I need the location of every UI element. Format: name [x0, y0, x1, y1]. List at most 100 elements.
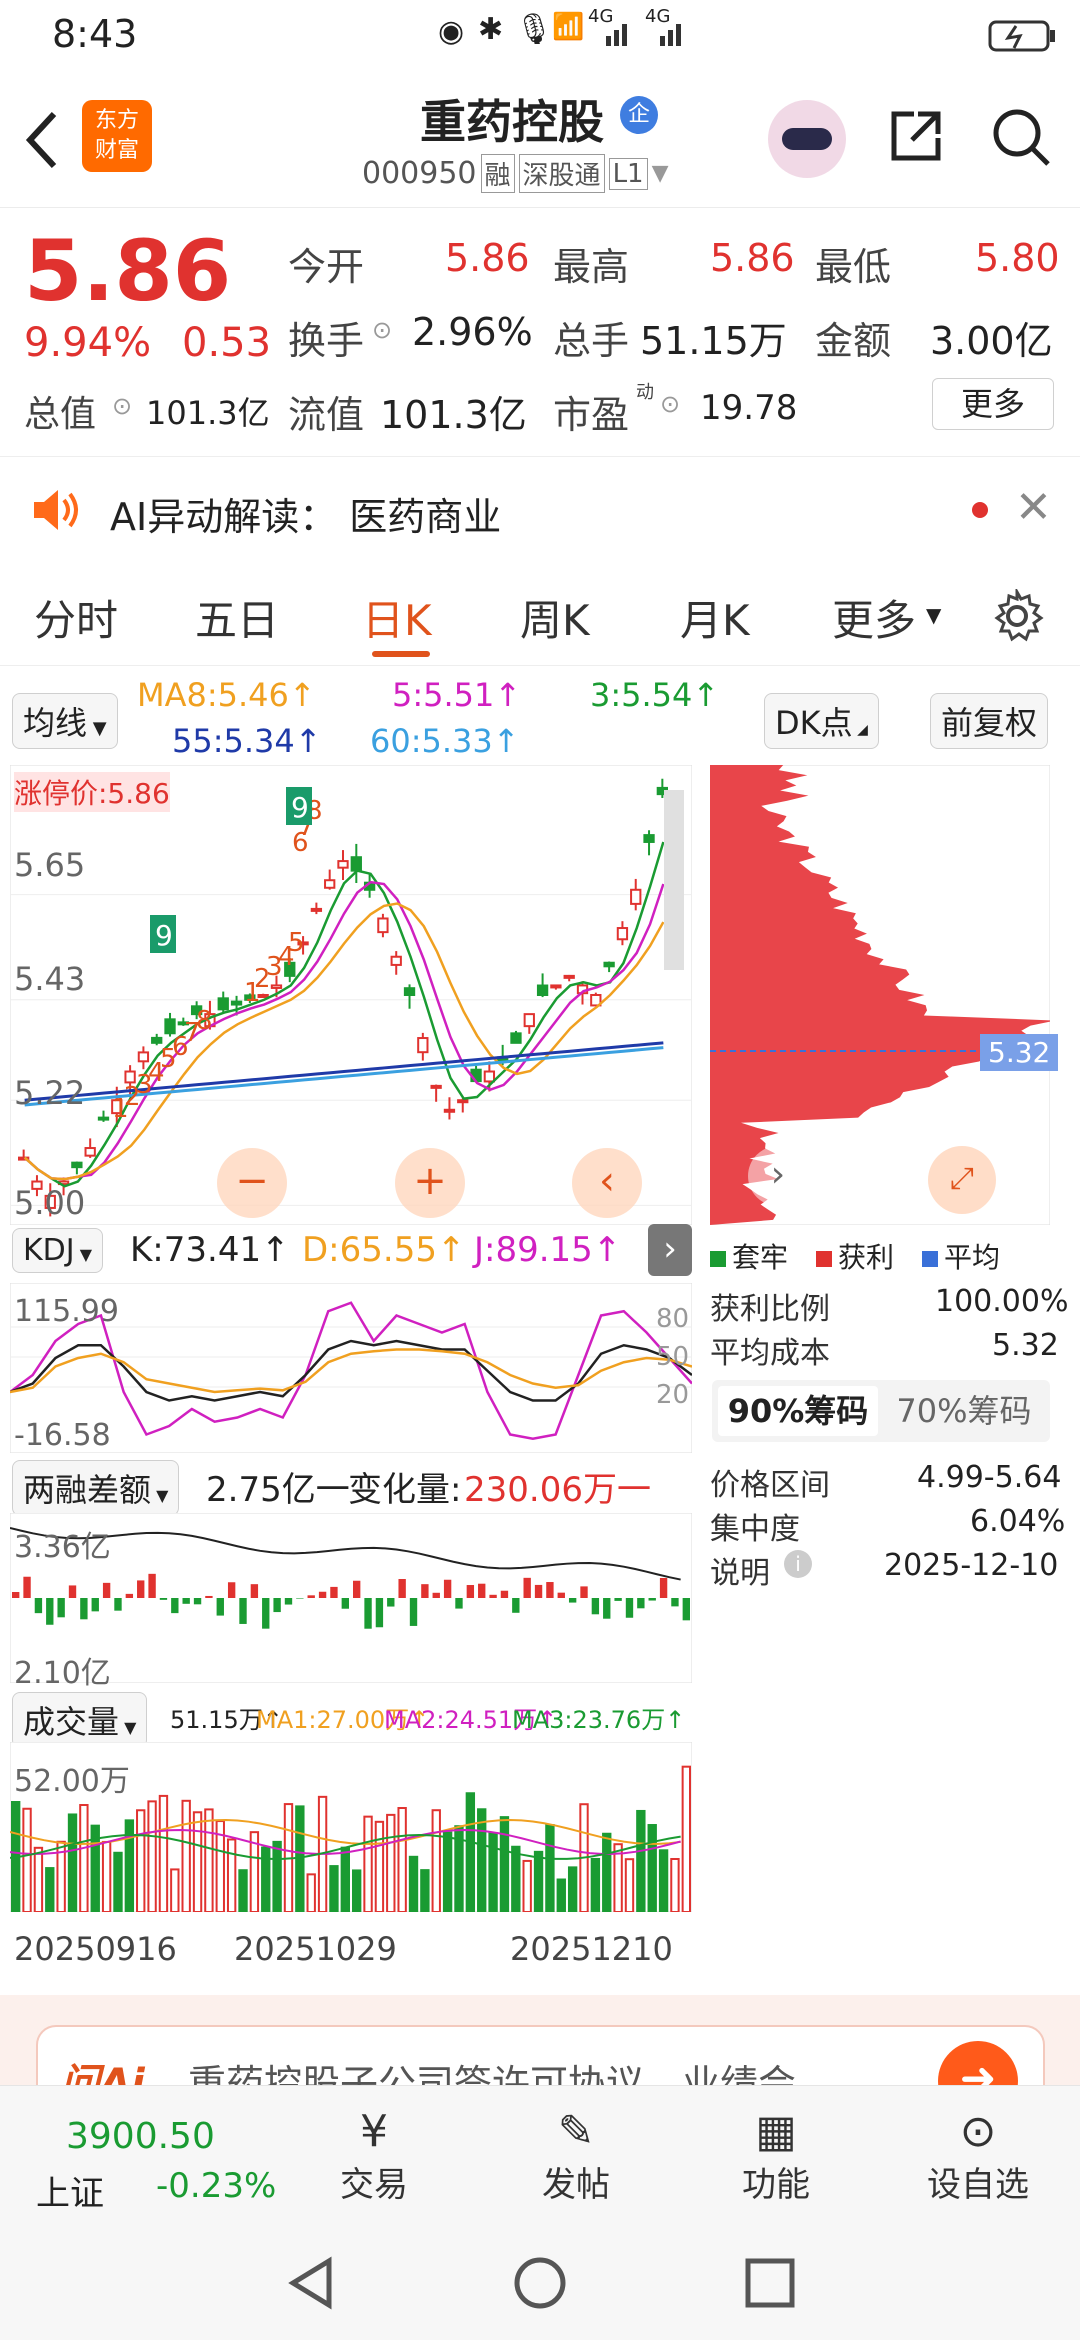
tab-monthly-k[interactable]: 月K: [680, 587, 750, 648]
signal-icon: [606, 24, 681, 46]
mic-icon: 🎙: [515, 12, 554, 47]
nav-add-watchlist[interactable]: ⊙ 设自选: [918, 2106, 1038, 2206]
avg-cost-value: 5.32: [992, 1328, 1059, 1363]
tab-chip-90[interactable]: 90%筹码: [718, 1386, 878, 1436]
margin-selector[interactable]: 两融差额 ▼: [12, 1460, 180, 1516]
margin-bar: [46, 1598, 54, 1625]
nav-post[interactable]: ✎ 发帖: [516, 2106, 636, 2206]
index-value[interactable]: 3900.50: [66, 2116, 215, 2157]
margin-bar: [512, 1598, 520, 1613]
candle-body: [643, 834, 655, 843]
volume-bar: [465, 1792, 476, 1912]
indicator-next-button[interactable]: ›: [648, 1224, 692, 1276]
expand-icon[interactable]: ⤢: [928, 1146, 996, 1214]
stat-float-label: 流值: [288, 393, 365, 437]
margin-bar: [34, 1598, 43, 1614]
tab-five-day[interactable]: 五日: [195, 587, 279, 648]
chip-nav-arrow-icon[interactable]: ›: [748, 1146, 808, 1206]
margin-bar: [284, 1598, 293, 1605]
volume-bar: [340, 1846, 350, 1912]
margin-bar: [182, 1598, 190, 1604]
margin-bar: [568, 1598, 577, 1603]
index-name[interactable]: 上证: [36, 2166, 104, 2215]
pe-info-icon[interactable]: ⊙: [660, 390, 680, 418]
index-change[interactable]: -0.23%: [156, 2166, 276, 2206]
zoom-out-button[interactable]: −: [217, 1148, 287, 1218]
margin-bar: [671, 1598, 679, 1607]
adjust-mode-button[interactable]: 前复权: [930, 693, 1049, 749]
ai-banner[interactable]: AI异动解读： 医药商业 ✕: [0, 462, 1080, 557]
ma-selector[interactable]: 均线 ▼: [12, 693, 118, 749]
kdj-selector[interactable]: KDJ ▼: [12, 1228, 104, 1273]
volume-bar: [295, 1805, 305, 1912]
candle-body: [616, 927, 629, 941]
bottom-nav: 3900.50 上证 -0.23% ¥ 交易 ✎ 发帖 ▦ 功能 ⊙ 设自选: [0, 2085, 1080, 2226]
nav-trade[interactable]: ¥ 交易: [314, 2106, 434, 2206]
avatar[interactable]: [768, 100, 846, 178]
pe-dynamic-badge: 动: [636, 382, 654, 403]
stock-code-row[interactable]: 000950 融 深股通 L1 ▼: [362, 154, 669, 193]
info-icon[interactable]: ⊙: [112, 392, 132, 420]
current-price: 5.86: [24, 222, 232, 320]
kdj-d-value: D:65.55↑: [302, 1230, 466, 1270]
volume-bar: [79, 1804, 89, 1912]
volume-bar: [602, 1832, 612, 1912]
margin-bar: [341, 1598, 349, 1609]
app-logo[interactable]: 东方 财富: [82, 100, 152, 172]
tab-chip-70[interactable]: 70%筹码: [884, 1386, 1044, 1436]
turnover-info-icon[interactable]: ⊙: [372, 316, 392, 344]
kdj-level-50: 50: [656, 1342, 690, 1372]
margin-bar: [57, 1598, 65, 1618]
volume-bar: [636, 1809, 646, 1912]
margin-bar: [659, 1577, 668, 1598]
margin-bar: [443, 1579, 452, 1598]
volume-bar: [181, 1799, 191, 1912]
system-recents-icon[interactable]: [742, 2255, 798, 2311]
back-icon[interactable]: [22, 110, 62, 170]
tab-intraday[interactable]: 分时: [34, 587, 118, 648]
price-range-label: 价格区间: [710, 1468, 830, 1503]
system-home-icon[interactable]: [512, 2255, 568, 2311]
candle-body: [483, 1070, 496, 1083]
margin-chart[interactable]: [10, 1513, 692, 1683]
margin-bar: [546, 1582, 554, 1598]
volume-bar: [101, 1840, 112, 1912]
volume-bar: [431, 1809, 441, 1912]
volume-ma3: MA3:23.76万↑: [512, 1706, 686, 1734]
nav-functions[interactable]: ▦ 功能: [716, 2106, 836, 2206]
volume-bar: [442, 1831, 453, 1912]
ma3-value: 3:5.54↑: [590, 676, 720, 714]
stat-high-label: 最高: [553, 245, 630, 289]
candle-body: [390, 955, 402, 966]
margin-bar: [421, 1584, 429, 1598]
candle-body: [630, 888, 642, 905]
volume-bar: [352, 1869, 362, 1912]
tab-weekly-k[interactable]: 周K: [520, 587, 590, 648]
avg-cost-marker: 5.32: [980, 1034, 1059, 1071]
tab-more[interactable]: 更多: [832, 587, 916, 648]
close-icon[interactable]: ✕: [1015, 482, 1052, 533]
news-strip: 问Ai 重药控股子公司签许可协议，业绩会... ➜: [0, 1995, 1080, 2109]
margin-bar: [330, 1586, 338, 1598]
search-icon[interactable]: [990, 106, 1054, 170]
dk-point-button[interactable]: DK点 ◢: [764, 693, 879, 749]
market-cap-label: 总值: [24, 394, 97, 435]
scroll-left-button[interactable]: ‹: [572, 1148, 642, 1218]
zoom-in-button[interactable]: +: [395, 1148, 465, 1218]
ma8-value: MA8:5.46↑: [137, 676, 316, 714]
candle-body: [84, 1147, 96, 1157]
tab-daily-k[interactable]: 日K: [362, 587, 432, 648]
share-icon[interactable]: [886, 106, 946, 166]
volume-bar: [499, 1816, 510, 1912]
stat-high-value: 5.86: [710, 236, 795, 280]
more-button[interactable]: 更多: [932, 378, 1054, 430]
volume-y-top: 52.00万: [14, 1764, 130, 1799]
nav-trade-label: 交易: [340, 2165, 408, 2205]
dropdown-icon: ▼: [651, 161, 669, 186]
legend-trapped: 套牢: [710, 1236, 788, 1276]
settings-gear-icon[interactable]: [990, 589, 1044, 643]
system-back-icon[interactable]: [283, 2255, 339, 2311]
tag-level: L1: [608, 157, 648, 190]
note-info-icon[interactable]: i: [784, 1550, 812, 1578]
volume-selector[interactable]: 成交量 ▼: [12, 1692, 148, 1748]
